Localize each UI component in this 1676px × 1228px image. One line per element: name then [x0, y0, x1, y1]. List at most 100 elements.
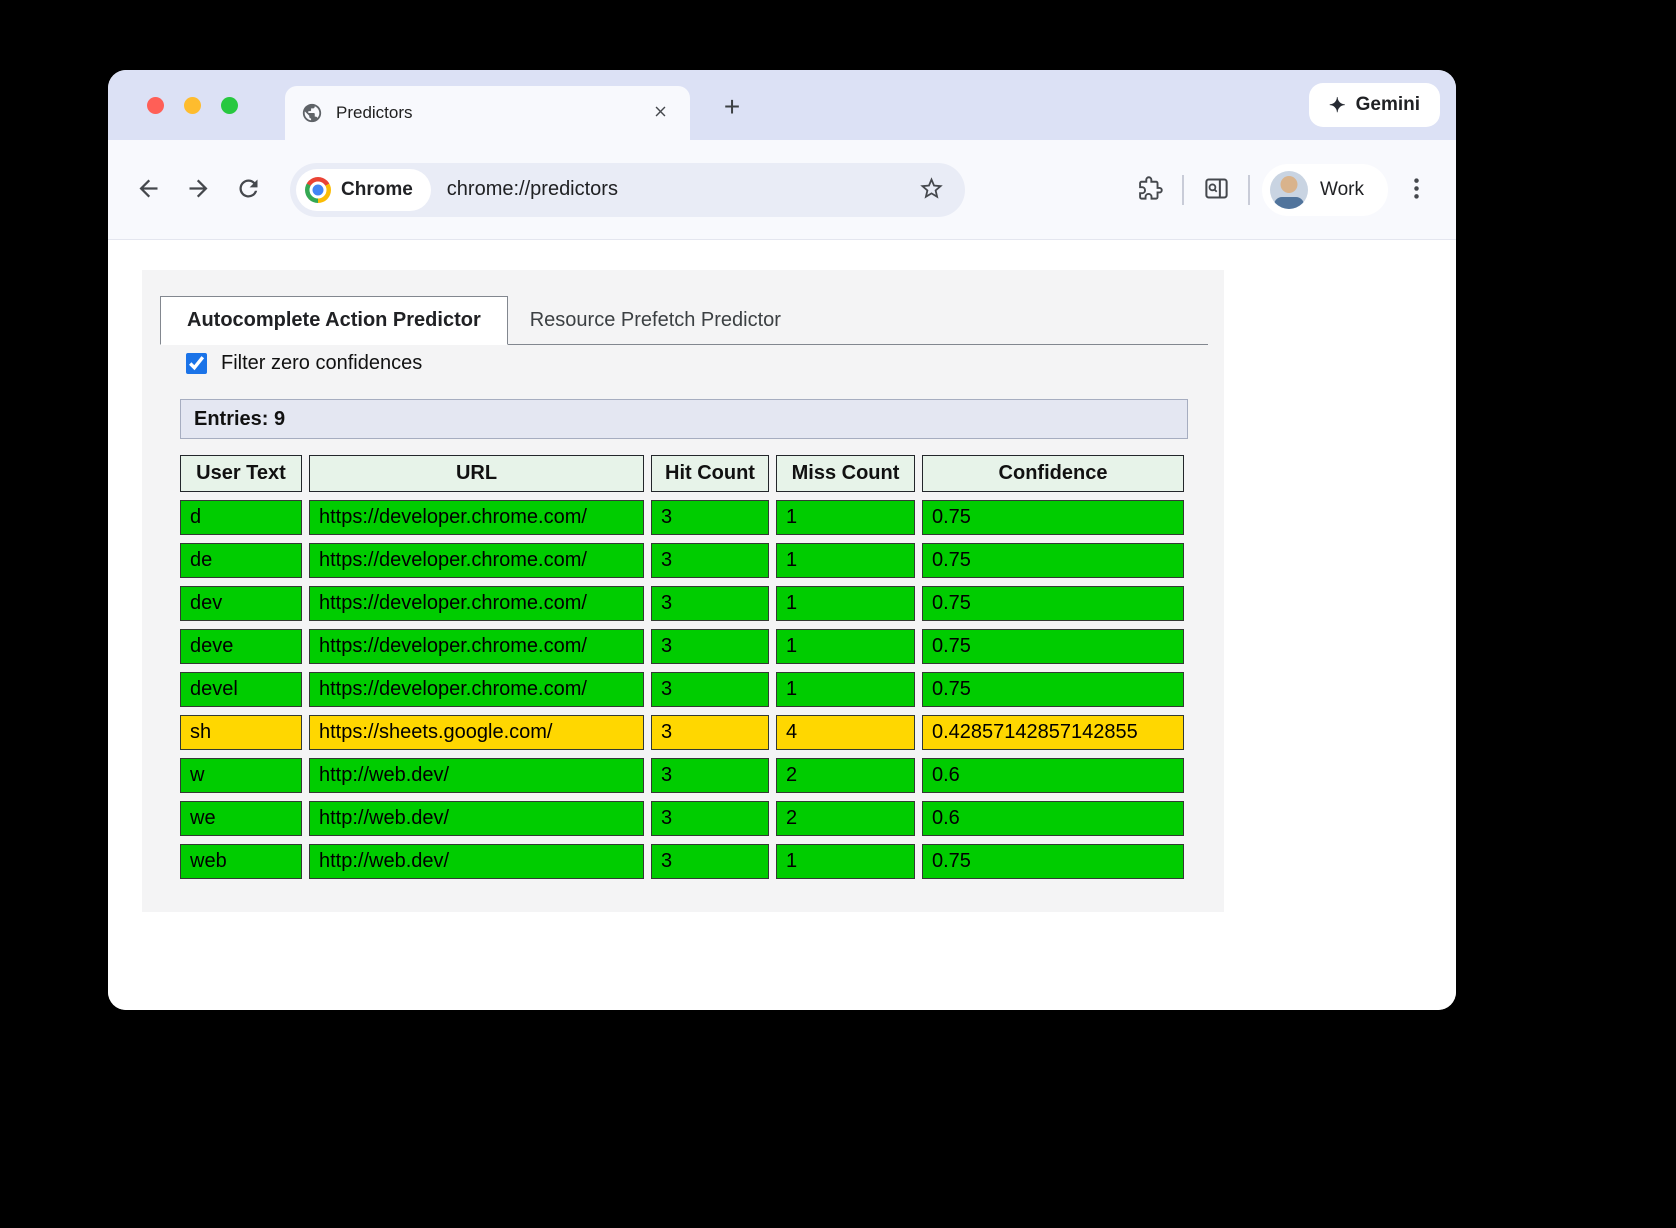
filter-row: Filter zero confidences [186, 352, 422, 375]
cell-confidence: 0.75 [922, 543, 1184, 578]
traffic-lights [147, 97, 238, 114]
forward-arrow-icon [185, 175, 212, 205]
table-row: de https://developer.chrome.com/ 3 1 0.7… [180, 543, 1184, 578]
cell-hit-count: 3 [651, 543, 769, 578]
cell-miss-count: 1 [776, 586, 915, 621]
table-row: d https://developer.chrome.com/ 3 1 0.75 [180, 500, 1184, 535]
new-tab-button[interactable]: + [712, 87, 752, 127]
cell-url: http://web.dev/ [309, 801, 644, 836]
gemini-button[interactable]: ✦ Gemini [1309, 83, 1440, 127]
cell-user-text: we [180, 801, 302, 836]
page-viewport: Autocomplete Action Predictor Resource P… [108, 240, 1456, 1010]
table-header-row: User Text URL Hit Count Miss Count Confi… [180, 455, 1184, 492]
profile-name: Work [1320, 179, 1364, 201]
filter-zero-confidences-checkbox[interactable] [186, 353, 207, 374]
table-row: dev https://developer.chrome.com/ 3 1 0.… [180, 586, 1184, 621]
reload-button[interactable] [228, 170, 268, 210]
side-panel-search-icon [1203, 175, 1230, 205]
cell-url: https://developer.chrome.com/ [309, 500, 644, 535]
cell-url: https://sheets.google.com/ [309, 715, 644, 750]
cell-confidence: 0.75 [922, 629, 1184, 664]
tab-autocomplete-action-predictor[interactable]: Autocomplete Action Predictor [160, 296, 508, 345]
cell-confidence: 0.75 [922, 672, 1184, 707]
table-row: web http://web.dev/ 3 1 0.75 [180, 844, 1184, 879]
predictors-table: User Text URL Hit Count Miss Count Confi… [173, 447, 1191, 887]
tab-strip: Predictors + ✦ Gemini [108, 70, 1456, 140]
cell-miss-count: 1 [776, 672, 915, 707]
table-row: w http://web.dev/ 3 2 0.6 [180, 758, 1184, 793]
cell-user-text: w [180, 758, 302, 793]
cell-hit-count: 3 [651, 672, 769, 707]
predictor-tabs: Autocomplete Action Predictor Resource P… [160, 296, 1208, 345]
extensions-button[interactable] [1130, 170, 1170, 210]
cell-miss-count: 1 [776, 844, 915, 879]
filter-label: Filter zero confidences [221, 352, 422, 375]
cell-user-text: dev [180, 586, 302, 621]
cell-hit-count: 3 [651, 801, 769, 836]
browser-toolbar: Chrome chrome://predictors [108, 140, 1456, 240]
toolbar-divider [1182, 175, 1184, 205]
window-minimize-button[interactable] [184, 97, 201, 114]
desktop-background: Predictors + ✦ Gemini [0, 0, 1676, 1228]
col-header-miss-count: Miss Count [776, 455, 915, 492]
cell-confidence: 0.6 [922, 758, 1184, 793]
cell-user-text: d [180, 500, 302, 535]
cell-user-text: web [180, 844, 302, 879]
cell-miss-count: 2 [776, 758, 915, 793]
window-close-button[interactable] [147, 97, 164, 114]
col-header-user-text: User Text [180, 455, 302, 492]
bookmark-button[interactable] [911, 170, 951, 210]
cell-miss-count: 1 [776, 500, 915, 535]
chrome-badge-label: Chrome [341, 179, 413, 201]
cell-hit-count: 3 [651, 844, 769, 879]
tab-resource-prefetch-predictor[interactable]: Resource Prefetch Predictor [508, 297, 803, 344]
tab-close-button[interactable] [646, 99, 674, 127]
cell-user-text: deve [180, 629, 302, 664]
cell-miss-count: 2 [776, 801, 915, 836]
cell-miss-count: 1 [776, 629, 915, 664]
globe-favicon-icon [301, 102, 323, 124]
address-bar[interactable]: Chrome chrome://predictors [290, 163, 965, 217]
col-header-hit-count: Hit Count [651, 455, 769, 492]
forward-button[interactable] [178, 170, 218, 210]
window-zoom-button[interactable] [221, 97, 238, 114]
three-dot-menu-icon [1403, 175, 1430, 205]
cell-hit-count: 3 [651, 586, 769, 621]
predictors-page: Autocomplete Action Predictor Resource P… [142, 270, 1224, 912]
table-row: devel https://developer.chrome.com/ 3 1 … [180, 672, 1184, 707]
entries-count: Entries: 9 [180, 399, 1188, 439]
cell-hit-count: 3 [651, 500, 769, 535]
cell-hit-count: 3 [651, 715, 769, 750]
star-icon [918, 175, 945, 205]
cell-url: http://web.dev/ [309, 758, 644, 793]
back-button[interactable] [128, 170, 168, 210]
browser-menu-button[interactable] [1396, 170, 1436, 210]
gemini-label: Gemini [1356, 94, 1420, 116]
col-header-confidence: Confidence [922, 455, 1184, 492]
profile-button[interactable]: Work [1262, 164, 1388, 216]
avatar [1270, 171, 1308, 209]
col-header-url: URL [309, 455, 644, 492]
chrome-badge[interactable]: Chrome [296, 169, 431, 211]
side-panel-button[interactable] [1196, 170, 1236, 210]
cell-confidence: 0.42857142857142855 [922, 715, 1184, 750]
browser-window: Predictors + ✦ Gemini [108, 70, 1456, 1010]
cell-miss-count: 1 [776, 543, 915, 578]
cell-url: https://developer.chrome.com/ [309, 543, 644, 578]
cell-hit-count: 3 [651, 758, 769, 793]
browser-tab-predictors[interactable]: Predictors [285, 86, 690, 140]
cell-url: https://developer.chrome.com/ [309, 672, 644, 707]
cell-hit-count: 3 [651, 629, 769, 664]
cell-url: https://developer.chrome.com/ [309, 629, 644, 664]
table-row: sh https://sheets.google.com/ 3 4 0.4285… [180, 715, 1184, 750]
back-arrow-icon [135, 175, 162, 205]
reload-icon [235, 175, 262, 205]
toolbar-divider [1248, 175, 1250, 205]
cell-user-text: sh [180, 715, 302, 750]
cell-url: https://developer.chrome.com/ [309, 586, 644, 621]
cell-miss-count: 4 [776, 715, 915, 750]
table-row: we http://web.dev/ 3 2 0.6 [180, 801, 1184, 836]
cell-confidence: 0.75 [922, 844, 1184, 879]
url-text[interactable]: chrome://predictors [447, 178, 911, 201]
cell-confidence: 0.75 [922, 500, 1184, 535]
